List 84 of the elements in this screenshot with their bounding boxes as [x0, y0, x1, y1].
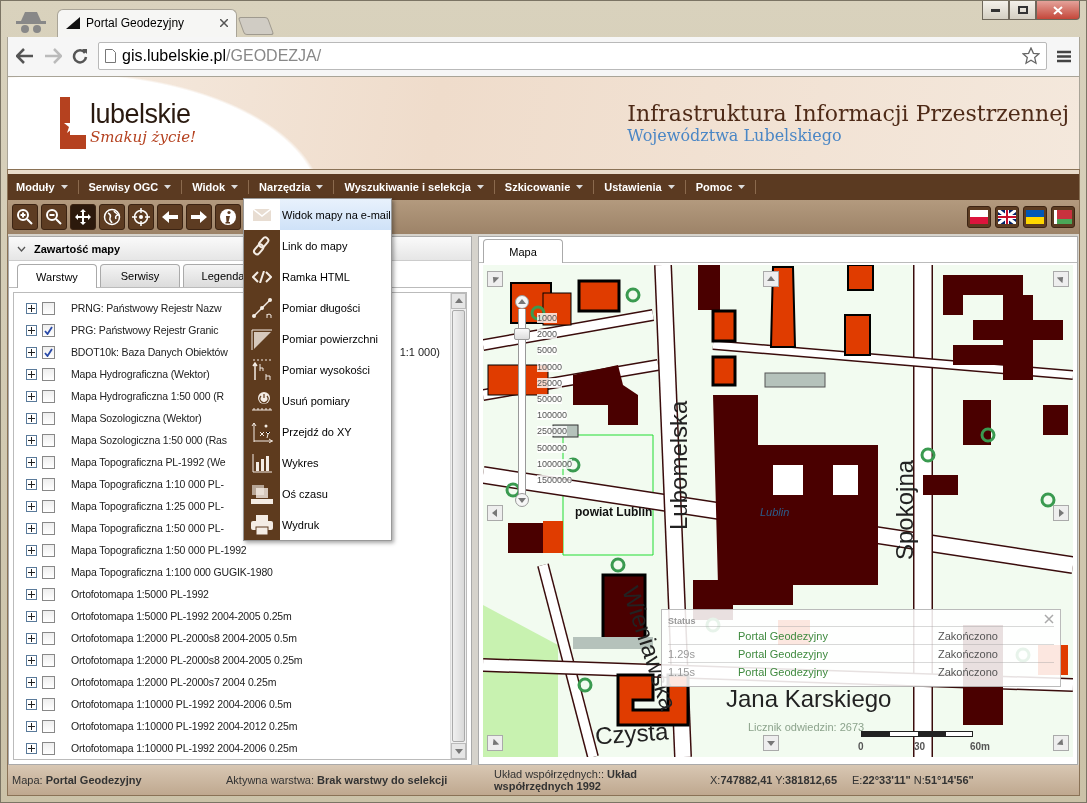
tab-title: Portal Geodezyjny	[86, 16, 186, 31]
scale-label: 5000	[537, 345, 558, 356]
scale-label: 250000	[537, 426, 568, 437]
status-text: Układ współrzędnych:: Układ współrzędnych 1992	[494, 768, 639, 792]
scale-bar-label: 0	[858, 741, 864, 752]
scale-label: 1000000	[537, 458, 573, 469]
street-label: Spokojna	[891, 459, 919, 560]
city-label: Lublin	[760, 506, 790, 518]
district-label: powiat Lublin	[575, 505, 653, 519]
menu-item[interactable]: Pomiar długości	[244, 292, 391, 323]
service-name: Portal Geodezyjny	[738, 665, 829, 678]
street-label: Lubomelska	[665, 400, 693, 530]
layer-name: Ortofotomapa 1:10000 PL-1992 2004-2006 0.25m	[71, 742, 298, 754]
panel-title: Zawartość mapy	[34, 242, 121, 255]
scale-label: 100000	[537, 410, 568, 421]
logo-wordmark: lubelskie	[90, 99, 192, 128]
layer-name: Ortofotomapa 1:2000 PL-2000s7 2004 0.25m	[71, 676, 277, 688]
address-field[interactable]: gis.lubelskie.pl/GEODEZJA/	[98, 42, 1047, 71]
browser-tab[interactable]: Portal Geodezyjny	[57, 8, 237, 37]
street-label: Czysta	[594, 717, 670, 751]
scale-bar-label: 60m	[970, 741, 990, 752]
menu-item[interactable]: Moduły	[12, 180, 79, 194]
menu-item[interactable]: Szkicowanie	[500, 180, 595, 194]
menu-item[interactable]: Ustawienia	[600, 180, 686, 194]
layer-name: Ortofotomapa 1:2000 PL-2000s8 2004-2005 0.5m	[71, 632, 297, 644]
layer-name: Mapa Topograficzna 1:50 000 PL-	[71, 522, 224, 534]
visit-counter: Licznik odwiedzin: 2673	[748, 721, 865, 733]
layer-name: 1:1 000)	[399, 346, 440, 358]
layer-name: Mapa Topograficzna 1:25 000 PL-	[71, 500, 224, 512]
scale-label: 1000	[537, 313, 558, 323]
menu-item[interactable]: Oś czasu	[244, 478, 391, 509]
portal-subtitle: Województwa Lubelskiego	[627, 125, 842, 145]
menu-item[interactable]: Ramka HTML	[244, 261, 391, 292]
layer-name: Ortofotomapa 1:2000 PL-2000s8 2004-2005 0.25m	[71, 654, 303, 666]
map-tab[interactable]: Mapa	[483, 239, 563, 263]
menu-item[interactable]: Pomiar powierzchni	[244, 323, 391, 354]
menu-item[interactable]: Pomiar wysokości	[244, 354, 391, 385]
status-text: X:747882,41 Y:381812,65	[710, 774, 839, 786]
portal-title: Infrastruktura Informacji Przestrzennej	[627, 100, 1069, 126]
layer-name: Mapa Topograficzna 1:10 000 PL-	[71, 478, 224, 490]
menu-item[interactable]: Wykres	[244, 447, 391, 478]
layer-name: Mapa Hydrograficzna 1:50 000 (R	[71, 390, 224, 402]
status-text: Aktywna warstwa: Brak warstwy do selekcji	[226, 774, 449, 786]
menu-item[interactable]: Usuń pomiary	[244, 385, 391, 416]
scale-label: 1500000	[537, 475, 573, 485]
logo-slogan: Smakuj życie!	[90, 127, 197, 146]
menu-item[interactable]: Narzędzia	[255, 180, 335, 194]
menu-item[interactable]: Widok	[188, 180, 250, 194]
status-text: Mapa: Portal Geodezyjny	[12, 774, 143, 786]
url-text: gis.lubelskie.pl/GEODEZJA/	[122, 47, 323, 66]
menu-item[interactable]: Link do mapy	[244, 230, 391, 261]
status-text: Zakończono	[938, 665, 998, 678]
layer-name: Mapa Sozologiczna 1:50 000 (Ras	[71, 434, 227, 446]
layer-name: Ortofotomapa 1:5000 PL-1992 2004-2005 0.25m	[71, 610, 292, 622]
layer-name: Ortofotomapa 1:10000 PL-1992 2004-2012 0.25m	[71, 720, 298, 732]
layer-name: Mapa Hydrograficzna (Wektor)	[71, 368, 210, 380]
layer-name: PRNG: Państwowy Rejestr Nazw	[71, 302, 222, 314]
menu-item[interactable]: Wydruk	[244, 509, 391, 540]
street-label: Jana Karskiego	[726, 685, 892, 713]
layer-name: Mapa Topograficzna 1:100 000 GUGIK-1980	[71, 566, 273, 578]
scale-label: 25000	[537, 377, 563, 388]
status-text: Zakończono	[938, 647, 998, 660]
panel-tab[interactable]: Warstwy	[17, 264, 97, 288]
menu-item[interactable]: Wyszukiwanie i selekcja	[340, 180, 495, 194]
scale-label: 10000	[537, 361, 563, 372]
layer-name: Mapa Topograficzna 1:50 000 PL-1992	[71, 544, 247, 556]
menu-item[interactable]: Serwisy OGC	[84, 180, 183, 194]
menu-item[interactable]: Pomoc	[691, 180, 757, 194]
status-text: E:22°33'11" N:51°14'56"	[852, 774, 975, 786]
layer-name: BDOT10k: Baza Danych Obiektów	[71, 346, 228, 358]
menu-item[interactable]: Przejdź do XY	[244, 416, 391, 447]
layer-name: Ortofotomapa 1:10000 PL-1992 2004-2006 0.5m	[71, 698, 292, 710]
menu-item[interactable]: Widok mapy na e-mail	[244, 199, 391, 230]
status-text: Zakończono	[938, 629, 998, 642]
scale-label: 50000	[537, 394, 563, 404]
scale-label: 2000	[537, 329, 558, 340]
panel-tab[interactable]: Serwisy	[100, 264, 180, 287]
scale-label: 500000	[537, 442, 568, 453]
layer-name: Ortofotomapa 1:5000 PL-1992	[71, 588, 209, 600]
service-name: Portal Geodezyjny	[738, 629, 829, 642]
service-name: Portal Geodezyjny	[738, 647, 829, 660]
layer-name: PRG: Państwowy Rejestr Granic	[71, 324, 219, 336]
layer-name: Mapa Sozologiczna (Wektor)	[71, 412, 202, 424]
layer-name: Mapa Topograficzna PL-1992 (We	[71, 456, 226, 468]
